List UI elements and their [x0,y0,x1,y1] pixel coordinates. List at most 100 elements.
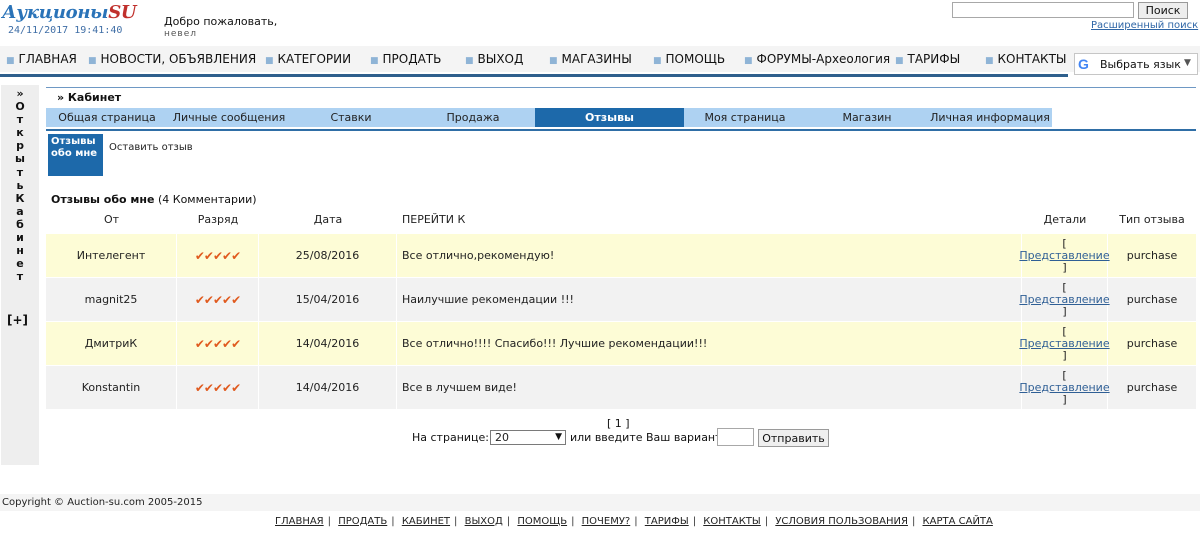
logo-main: Аукционы [2,2,109,23]
bullet-icon: ■ [265,56,274,66]
footer-link-terms[interactable]: УСЛОВИЯ ПОЛЬЗОВАНИЯ [775,516,908,527]
tabs-divider [46,129,1196,131]
details-link[interactable]: Представление [1019,381,1109,394]
copyright-bar: Copyright © Auction-su.com 2005-2015 [0,494,1200,511]
feedback-heading: Отзывы обо мне (4 Комментарии) [51,193,257,206]
open-cabinet-tab[interactable]: »ОткрытьКабинет [+] [1,85,39,465]
rating-stars-icon: ✔✔✔✔✔ [177,234,259,277]
cell-details: [Представление] [1019,234,1110,277]
footer-link-help[interactable]: ПОМОЩЬ [517,516,567,527]
bullet-icon: ■ [370,56,379,66]
details-link[interactable]: Представление [1019,249,1109,262]
tab-shop[interactable]: Магазин [806,108,928,127]
page-number[interactable]: [ 1 ] [607,417,630,430]
google-icon: G [1078,56,1089,72]
nav-item-contacts[interactable]: ■ КОНТАКТЫ [985,52,1066,66]
title-divider [46,87,1196,88]
col-header-date: Дата [313,213,343,226]
logo-suffix: SU [108,2,137,23]
details-link[interactable]: Представление [1019,337,1109,350]
footer-link-contacts[interactable]: КОНТАКТЫ [703,516,760,527]
feedback-count: (4 Комментарии) [157,193,257,206]
nav-item-sell[interactable]: ■ ПРОДАТЬ [370,52,441,66]
tab-personal-info[interactable]: Личная информация [928,108,1052,127]
tab-overview[interactable]: Общая страница [46,108,168,127]
advanced-search-link[interactable]: Расширенный поиск [1091,20,1198,31]
cell-date: 14/04/2016 [259,322,397,365]
dropdown-arrow-icon: ▼ [1184,58,1191,68]
nav-item-home[interactable]: ■ ГЛАВНАЯ [6,52,77,66]
tab-selling[interactable]: Продажа [412,108,534,127]
rating-stars-icon: ✔✔✔✔✔ [177,322,259,365]
tab-feedback[interactable]: Отзывы [535,108,684,127]
nav-item-forums[interactable]: ■ ФОРУМЫ-Археология [744,52,890,66]
footer-links: ГЛАВНАЯ | ПРОДАТЬ | КАБИНЕТ | ВЫХОД | ПОМОЩЬ… [275,516,993,527]
tab-messages[interactable]: Личные сообщения [168,108,290,127]
custom-per-page-input[interactable] [717,428,754,446]
footer-link-sitemap[interactable]: КАРТА САЙТА [923,516,993,527]
col-header-type: Тип отзыва [1119,213,1185,226]
table-row: ДмитриК ✔✔✔✔✔ 14/04/2016 Все отлично!!!!… [46,321,1196,365]
subtab-feedback-about-me[interactable]: Отзывы обо мне [48,134,103,176]
cell-type: purchase [1126,337,1178,350]
cell-type: purchase [1126,293,1178,306]
nav-item-news[interactable]: ■ НОВОСТИ, ОБЪЯВЛЕНИЯ [88,52,256,66]
cell-from: ДмитриК [46,322,177,365]
main-navigation: ■ ГЛАВНАЯ ■ НОВОСТИ, ОБЪЯВЛЕНИЯ ■ КАТЕГОРИИ… [0,46,1200,72]
site-logo[interactable]: АукционыSU 24/11/2017 19:41:40 [2,2,152,36]
footer-link-cabinet[interactable]: КАБИНЕТ [402,516,450,527]
footer-link-tariffs[interactable]: ТАРИФЫ [645,516,689,527]
username: невел [164,29,198,39]
cell-comment: Наилучшие рекомендации !!! [397,278,1022,321]
bullet-icon: ■ [653,56,662,66]
col-header-goto: ПЕРЕЙТИ К [402,213,466,226]
cell-from: Konstantin [46,366,177,409]
welcome-message: Добро пожаловать, невел [164,15,278,39]
cell-details: [Представление] [1019,322,1110,365]
language-select[interactable]: G Выбрать язык ▼ [1074,53,1198,75]
bullet-icon: ■ [6,56,15,66]
nav-item-shops[interactable]: ■ МАГАЗИНЫ [549,52,632,66]
cell-from: magnit25 [46,278,177,321]
cell-comment: Все в лучшем виде! [397,366,1022,409]
cell-from: Интелегент [46,234,177,277]
nav-item-categories[interactable]: ■ КАТЕГОРИИ [265,52,351,66]
col-header-from: От [103,213,120,226]
nav-item-logout[interactable]: ■ ВЫХОД [465,52,523,66]
nav-item-tariffs[interactable]: ■ ТАРИФЫ [895,52,960,66]
footer-link-why[interactable]: ПОЧЕМУ? [582,516,631,527]
nav-item-help[interactable]: ■ ПОМОЩЬ [653,52,725,66]
footer-link-logout[interactable]: ВЫХОД [465,516,503,527]
table-row: magnit25 ✔✔✔✔✔ 15/04/2016 Наилучшие реко… [46,277,1196,321]
tab-bids[interactable]: Ставки [290,108,412,127]
bullet-icon: ■ [895,56,904,66]
bullet-icon: ■ [549,56,558,66]
cell-details: [Представление] [1019,278,1110,321]
tab-my-page[interactable]: Моя страница [684,108,806,127]
expand-button[interactable]: [+] [7,313,28,327]
search-input[interactable] [952,2,1134,18]
nav-divider [0,74,1068,77]
details-link[interactable]: Представление [1019,293,1109,306]
table-header: От Разряд Дата ПЕРЕЙТИ К Детали Тип отзы… [46,206,1196,233]
bullet-icon: ■ [465,56,474,66]
cell-date: 15/04/2016 [259,278,397,321]
bullet-icon: ■ [985,56,994,66]
current-datetime: 24/11/2017 19:41:40 [8,25,123,36]
per-page-select[interactable]: 20 ▼ [490,430,566,445]
submit-button[interactable]: Отправить [758,429,829,447]
cell-comment: Все отлично!!!! Спасибо!!! Лучшие рекоме… [397,322,1022,365]
table-row: Интелегент ✔✔✔✔✔ 25/08/2016 Все отлично,… [46,233,1196,277]
page-title: » Кабинет [57,91,122,104]
search-button[interactable]: Поиск [1138,2,1188,19]
footer-link-home[interactable]: ГЛАВНАЯ [275,516,324,527]
col-header-rating: Разряд [197,213,239,226]
cabinet-tabs: Общая страница Личные сообщения Ставки П… [46,108,1052,127]
col-header-details: Детали [1043,213,1087,226]
per-page-label: На странице: [412,431,489,444]
subtab-leave-feedback[interactable]: Оставить отзыв [109,142,193,154]
rating-stars-icon: ✔✔✔✔✔ [177,366,259,409]
cell-type: purchase [1126,381,1178,394]
footer-link-sell[interactable]: ПРОДАТЬ [338,516,387,527]
dropdown-arrow-icon: ▼ [555,432,562,442]
